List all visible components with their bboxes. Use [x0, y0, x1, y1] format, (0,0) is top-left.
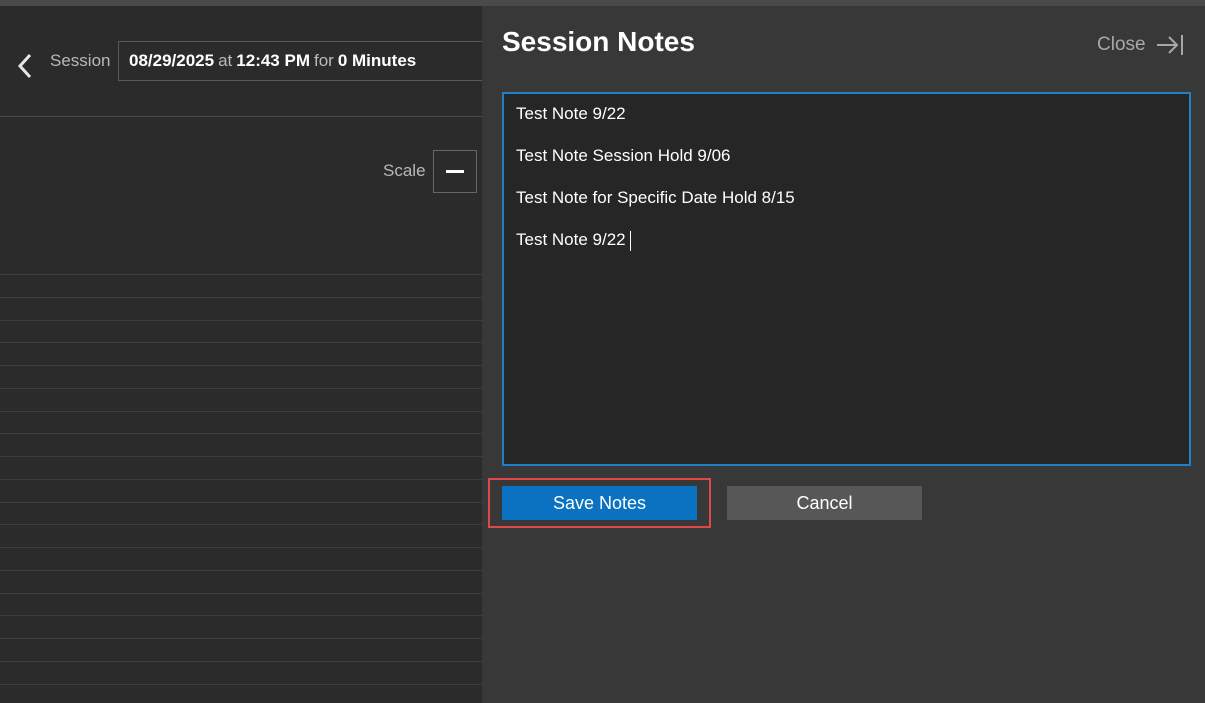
session-notes-panel: Session Notes Close Test Note 9/22 Test … [482, 6, 1205, 703]
note-line: Test Note for Specific Date Hold 8/15 [516, 188, 795, 207]
text-caret [629, 230, 631, 251]
session-label: Session [50, 51, 111, 70]
session-date: 08/29/2025 [129, 51, 215, 70]
session-background-view: Session 08/29/2025 at 12:43 PM for 0 Min… [0, 6, 482, 703]
grid-line [0, 365, 482, 366]
scale-minus-button[interactable] [433, 150, 477, 193]
back-button[interactable] [12, 48, 38, 84]
grid-line [0, 661, 482, 662]
close-label: Close [1097, 34, 1146, 55]
grid-line [0, 456, 482, 457]
close-panel-arrow-icon [1156, 35, 1183, 55]
session-duration: 0 Minutes [337, 51, 417, 70]
grid-line [0, 274, 482, 275]
grid-line [0, 638, 482, 639]
session-at-word: at [218, 51, 233, 70]
grid-line [0, 615, 482, 616]
cancel-button[interactable]: Cancel [727, 486, 922, 520]
minus-icon [446, 170, 464, 173]
grid-line [0, 684, 482, 685]
session-for-word: for [313, 51, 334, 70]
header-divider [0, 116, 482, 117]
notes-textarea[interactable]: Test Note 9/22 Test Note Session Hold 9/… [502, 92, 1191, 466]
grid-line [0, 433, 482, 434]
panel-title: Session Notes [502, 26, 695, 57]
grid-line [0, 411, 482, 412]
grid-line [0, 297, 482, 298]
note-line: Test Note 9/22 [516, 104, 626, 123]
grid-line [0, 547, 482, 548]
session-time: 12:43 PM [236, 51, 310, 70]
grid-line [0, 320, 482, 321]
grid-line [0, 593, 482, 594]
grid-line [0, 570, 482, 571]
note-line-active: Test Note 9/22 [516, 228, 1177, 270]
scale-label: Scale [383, 161, 426, 180]
chevron-left-icon [17, 53, 32, 79]
grid-line [0, 388, 482, 389]
grid-line [0, 342, 482, 343]
grid-line [0, 502, 482, 503]
session-datetime-field[interactable]: 08/29/2025 at 12:43 PM for 0 Minutes [118, 41, 482, 81]
close-button[interactable]: Close [1097, 34, 1184, 56]
grid-line [0, 479, 482, 480]
save-notes-button[interactable]: Save Notes [502, 486, 697, 520]
note-line-text: Test Note 9/22 [516, 230, 626, 249]
note-line: Test Note Session Hold 9/06 [516, 146, 731, 165]
grid-line [0, 524, 482, 525]
